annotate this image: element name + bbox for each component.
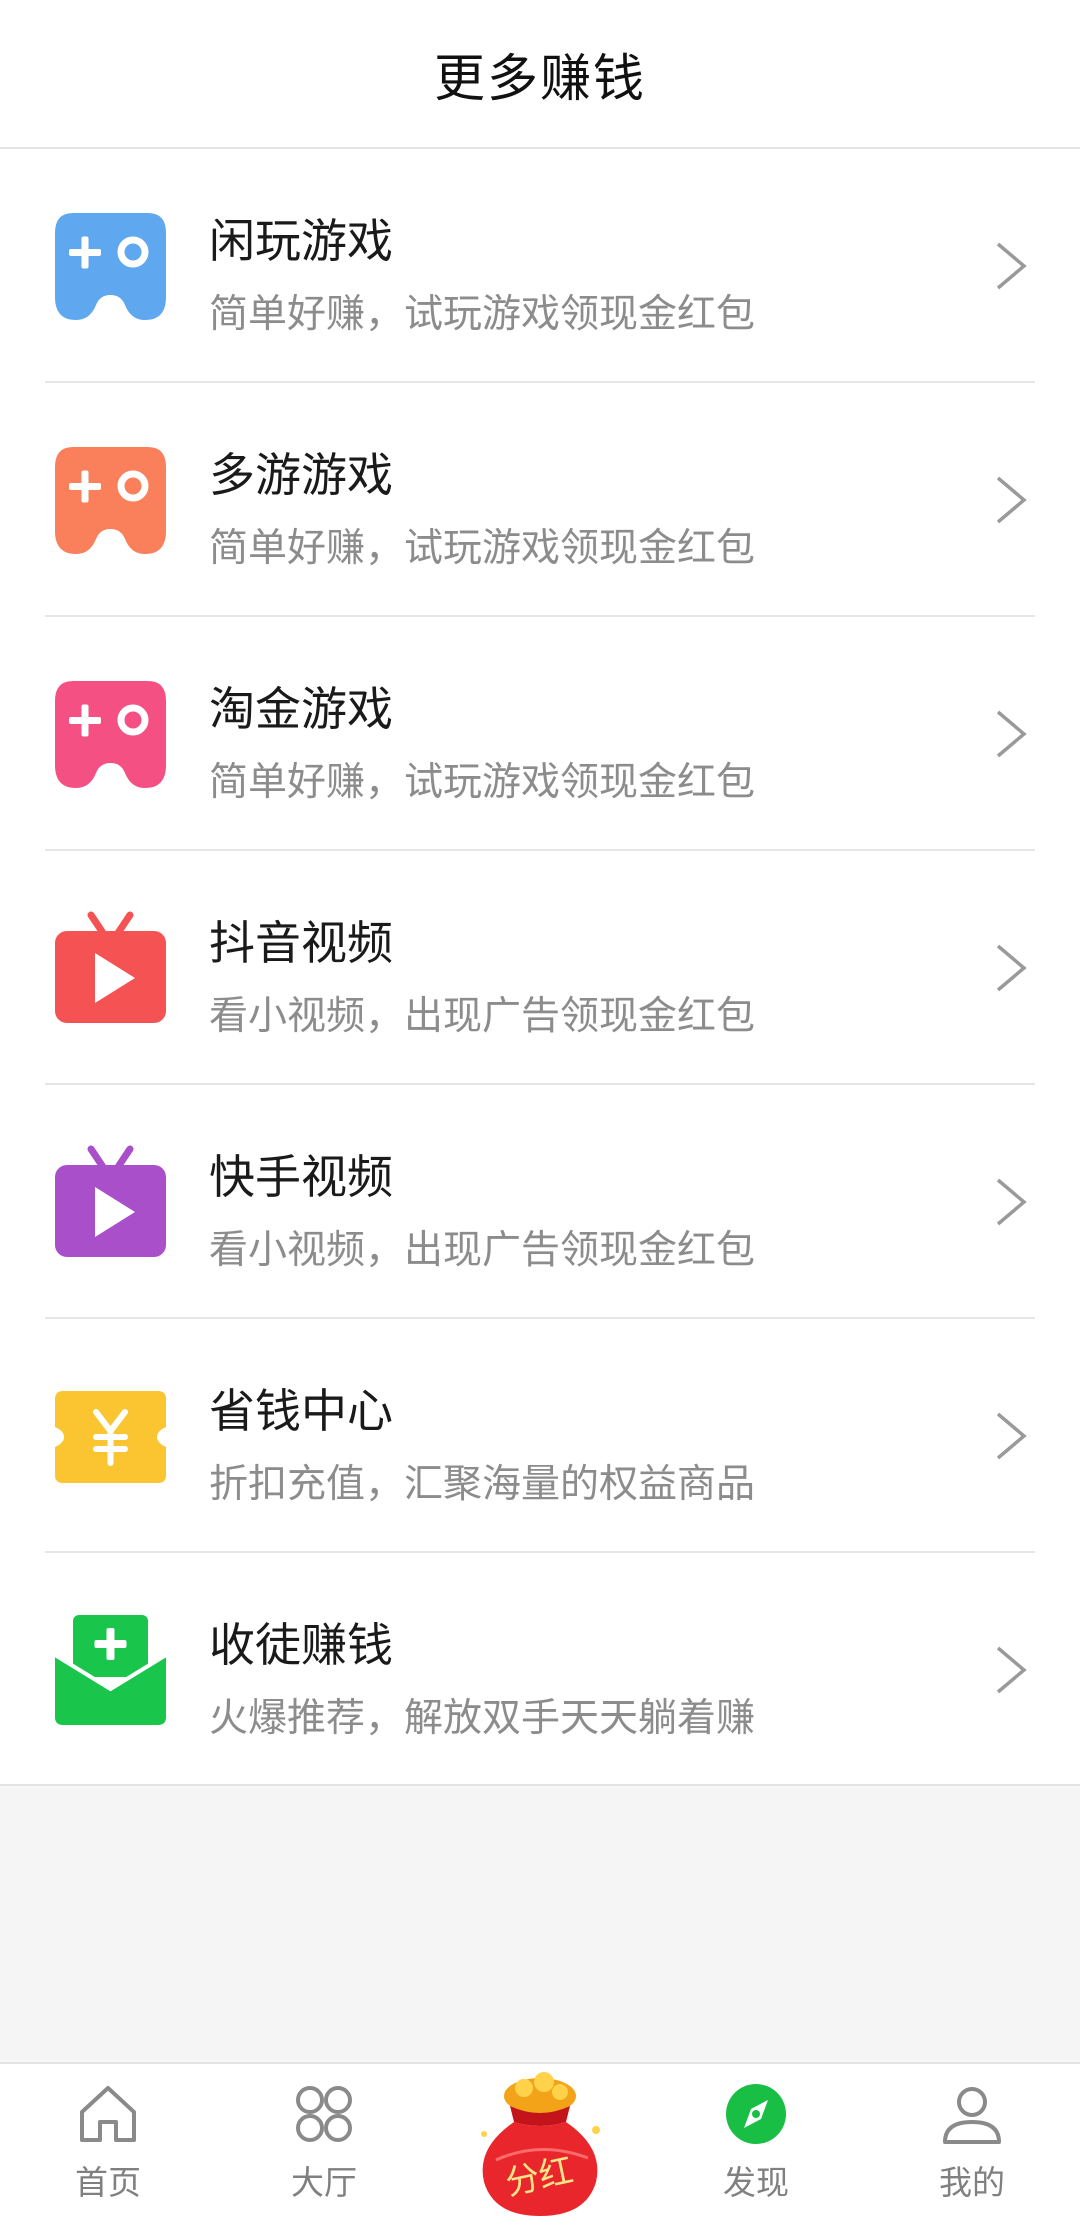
item-title: 收徒赚钱 <box>209 1618 393 1672</box>
item-title: 省钱中心 <box>209 1384 393 1438</box>
item-description: 折扣充值，汇聚海量的权益商品 <box>209 1462 756 1507</box>
grid-icon <box>292 2082 356 2146</box>
chevron-right-icon <box>990 709 1030 759</box>
compass-icon <box>724 2082 788 2146</box>
tab-mine[interactable]: 我的 <box>864 2064 1080 2234</box>
list-item-xianwan[interactable]: 闲玩游戏 简单好赚，试玩游戏领现金红包 <box>0 149 1080 383</box>
user-icon <box>940 2082 1004 2146</box>
list-item-duoyou[interactable]: 多游游戏 简单好赚，试玩游戏领现金红包 <box>0 383 1080 617</box>
list-item-recruit[interactable]: 收徒赚钱 火爆推荐，解放双手天天躺着赚 <box>0 1553 1080 1787</box>
chevron-right-icon <box>990 241 1030 291</box>
list-item-savings-center[interactable]: 省钱中心 折扣充值，汇聚海量的权益商品 <box>0 1319 1080 1553</box>
list-item-douyin[interactable]: 抖音视频 看小视频，出现广告领现金红包 <box>0 851 1080 1085</box>
list-item-kuaishou[interactable]: 快手视频 看小视频，出现广告领现金红包 <box>0 1085 1080 1319</box>
chevron-right-icon <box>990 475 1030 525</box>
list-item-taojin[interactable]: 淘金游戏 简单好赚，试玩游戏领现金红包 <box>0 617 1080 851</box>
item-title: 淘金游戏 <box>209 682 393 736</box>
item-title: 抖音视频 <box>209 916 393 970</box>
tv-play-icon <box>53 1145 168 1260</box>
gamepad-icon <box>53 443 168 558</box>
item-description: 看小视频，出现广告领现金红包 <box>209 994 756 1039</box>
chevron-right-icon <box>990 943 1030 993</box>
chevron-right-icon <box>990 1645 1030 1695</box>
page-title: 更多赚钱 <box>433 49 646 109</box>
gamepad-icon <box>53 677 168 792</box>
chevron-right-icon <box>990 1177 1030 1227</box>
tab-label: 发现 <box>723 2163 789 2202</box>
tab-label: 大厅 <box>291 2163 357 2202</box>
earn-list: 闲玩游戏 简单好赚，试玩游戏领现金红包 多游游戏 简单好赚，试玩游戏领现金红包 <box>0 149 1080 1786</box>
item-title: 多游游戏 <box>209 448 393 502</box>
money-bag-icon: 分红 <box>481 2072 600 2216</box>
item-description: 简单好赚，试玩游戏领现金红包 <box>209 760 756 805</box>
item-description: 简单好赚，试玩游戏领现金红包 <box>209 292 756 337</box>
tab-home[interactable]: 首页 <box>0 2064 216 2234</box>
home-icon <box>76 2082 140 2146</box>
item-description: 看小视频，出现广告领现金红包 <box>209 1228 756 1273</box>
gamepad-icon <box>53 209 168 324</box>
item-title: 快手视频 <box>209 1150 393 1204</box>
envelope-plus-icon <box>53 1613 168 1728</box>
tv-play-icon <box>53 911 168 1026</box>
chevron-right-icon <box>990 1411 1030 1461</box>
yuan-ticket-icon <box>53 1379 168 1494</box>
item-title: 闲玩游戏 <box>209 214 393 268</box>
tab-label: 首页 <box>75 2163 141 2202</box>
item-description: 简单好赚，试玩游戏领现金红包 <box>209 526 756 571</box>
tab-discover[interactable]: 发现 <box>648 2064 864 2234</box>
dividend-bag-button[interactable]: 分红 <box>466 2070 614 2220</box>
tab-hall[interactable]: 大厅 <box>216 2064 432 2234</box>
item-description: 火爆推荐，解放双手天天躺着赚 <box>209 1696 756 1741</box>
top-bar: 更多赚钱 <box>0 0 1080 149</box>
tab-label: 我的 <box>939 2163 1005 2202</box>
